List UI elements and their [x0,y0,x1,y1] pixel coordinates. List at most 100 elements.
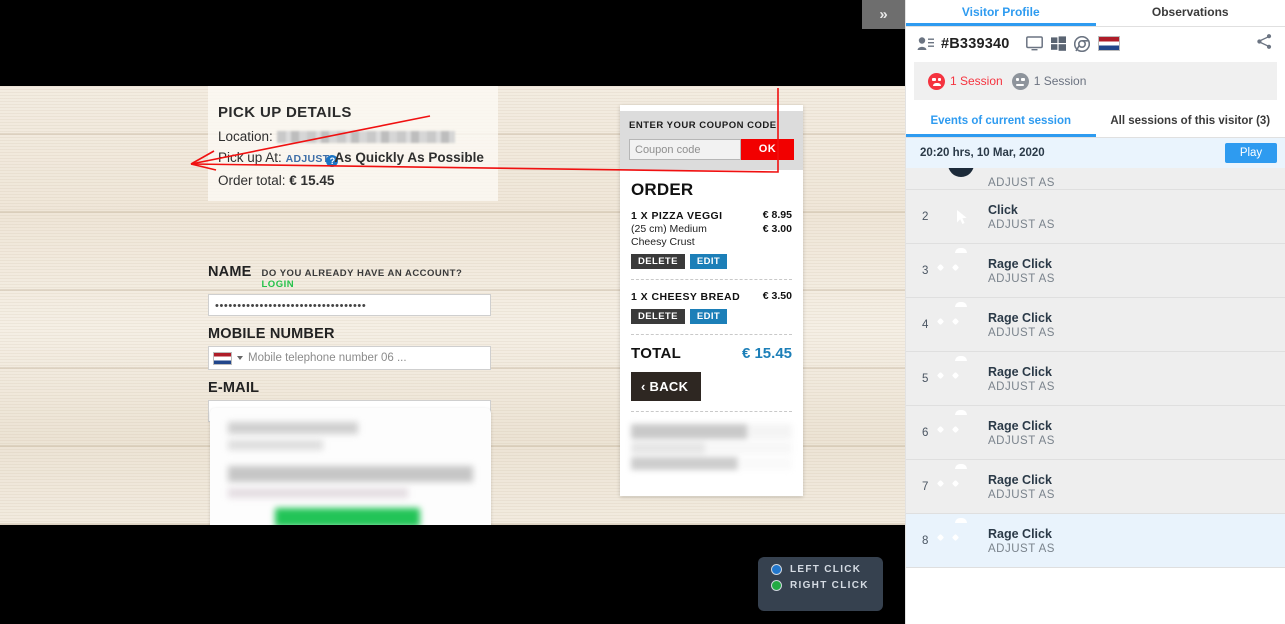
rage-click-icon [936,463,974,500]
tab-events-current-session[interactable]: Events of current session [906,106,1096,137]
edit-item-button[interactable]: EDIT [689,309,728,324]
event-number: 3 [922,264,929,277]
order-item-name: 1 X CHEESY BREAD [631,291,741,303]
left-click-dot-icon [771,564,782,575]
name-input[interactable]: •••••••••••••••••••••••••••••••••• [208,294,491,316]
visitor-meta-icons [1025,35,1120,52]
right-click-dot-icon [771,580,782,591]
event-text: Rage Click ADJUST AS [988,473,1055,501]
divider [631,411,792,412]
play-button[interactable]: Play [1225,143,1277,163]
event-list-item[interactable]: 4 Rage Click ADJUST AS [906,298,1285,352]
order-total-value: € 15.45 [289,173,335,188]
replay-viewport: PICK UP DETAILS Location: Pick up At: AD… [0,0,905,624]
divider [631,279,792,280]
event-list-item[interactable]: 8 Rage Click ADJUST AS [906,514,1285,568]
order-item-price: € 3.50 [762,290,792,302]
event-list-item[interactable]: 5 Rage Click ADJUST AS [906,352,1285,406]
back-button[interactable]: ‹ BACK [631,372,702,401]
redacted-payment-card [210,408,491,525]
event-number: 6 [922,426,929,439]
chrome-icon [1073,35,1090,52]
coupon-input[interactable]: Coupon code [629,139,741,160]
coupon-row: Coupon code OK [629,139,794,160]
rage-click-icon [936,247,974,284]
frustrated-sessions[interactable]: 1 Session [928,72,1003,90]
event-list-item[interactable]: 7 Rage Click ADJUST AS [906,460,1285,514]
rage-click-icon [936,355,974,392]
flag-nl-icon [1097,36,1120,51]
event-subtitle: ADJUST AS [988,177,1055,189]
legend-right-click-row: RIGHT CLICK [771,580,883,591]
panel-sub-tabs: Events of current session All sessions o… [906,106,1285,138]
mobile-label: MOBILE NUMBER [208,326,335,342]
order-item: 1 X CHEESY BREAD € 3.50 DELETE EDIT [631,290,792,324]
event-text: Rage Click ADJUST AS [988,257,1055,285]
order-item-name: 1 X PIZZA VEGGI [631,210,723,222]
tab-visitor-profile[interactable]: Visitor Profile [906,0,1096,26]
redacted-submit-button[interactable] [275,508,420,525]
tab-all-sessions[interactable]: All sessions of this visitor (3) [1096,106,1285,137]
order-item-name-row: 1 X PIZZA VEGGI € 8.95 [631,209,792,223]
windows-icon [1050,36,1066,51]
session-timestamp: 20:20 hrs, 10 Mar, 2020 [920,147,1045,159]
event-title: Rage Click [988,526,1052,541]
event-subtitle: ADJUST AS [988,380,1055,393]
total-value: € 15.45 [741,345,792,362]
share-button[interactable] [1256,33,1273,55]
angry-face-icon [928,72,945,90]
pickup-time-value: As Quickly As Possible [334,150,484,165]
event-title: Rage Click [988,364,1052,379]
delete-item-button[interactable]: DELETE [631,309,685,324]
event-list-item[interactable]: 6 Rage Click ADJUST AS [906,406,1285,460]
checkout-form: NAME DO YOU ALREADY HAVE AN ACCOUNT? LOG… [208,264,493,432]
mobile-input[interactable]: Mobile telephone number 06 ... [208,346,491,370]
order-item-actions: DELETE EDIT [631,254,792,269]
back-button-wrap: ‹ BACK [631,372,792,401]
event-subtitle: ADJUST AS [988,434,1055,447]
pickup-details-title: PICK UP DETAILS [218,104,352,121]
neutral-sessions[interactable]: 1 Session [1011,72,1086,90]
event-text: Rage Click ADJUST AS [988,527,1055,555]
coupon-section: ENTER YOUR COUPON CODE Coupon code OK [620,111,803,170]
frustrated-sessions-label: 1 Session [950,74,1003,88]
redacted-line [228,440,323,450]
neutral-face-icon [1011,72,1029,90]
event-title: Click [988,202,1018,217]
click-legend: LEFT CLICK RIGHT CLICK [758,557,883,611]
legend-left-click-row: LEFT CLICK [771,564,883,575]
adjust-link[interactable]: ADJUST [286,153,330,165]
account-question-text: DO YOU ALREADY HAVE AN ACCOUNT? [261,268,463,279]
rage-click-icon [936,301,974,338]
login-link[interactable]: LOGIN [262,279,295,290]
coupon-title: ENTER YOUR COUPON CODE [629,120,777,131]
event-subtitle: ADJUST AS [988,488,1055,501]
replayed-page: PICK UP DETAILS Location: Pick up At: AD… [0,86,905,525]
delete-item-button[interactable]: DELETE [631,254,685,269]
event-list-item[interactable]: 3 Rage Click ADJUST AS [906,244,1285,298]
chevron-down-icon[interactable] [237,356,243,360]
receipt-bottom-edge [620,490,803,496]
event-list-item[interactable]: 2 Click ADJUST AS [906,190,1285,244]
pickup-location-line: Location: [218,126,488,147]
share-icon [1257,33,1272,49]
pickup-details-card: PICK UP DETAILS Location: Pick up At: AD… [208,86,498,201]
event-number: 7 [922,480,929,493]
flag-nl-icon [213,351,232,365]
tab-observations[interactable]: Observations [1096,0,1285,26]
event-list[interactable]: ADJUST AS 2 Click ADJUST AS 3 Rage Click… [906,168,1285,568]
name-label: NAME [208,264,252,280]
edit-item-button[interactable]: EDIT [689,254,728,269]
event-title: Rage Click [988,310,1052,325]
visitor-card-icon [917,37,934,50]
location-redacted-value [276,131,455,143]
rage-click-icon [936,409,974,446]
order-total-label: Order total: [218,173,286,188]
divider [631,334,792,335]
coupon-ok-button[interactable]: OK [741,139,794,160]
event-number: 2 [922,210,929,223]
collapse-panel-button[interactable]: » [862,0,905,29]
order-total-row: TOTAL € 15.45 [631,345,792,362]
event-list-item[interactable]: ADJUST AS [906,168,1285,190]
event-title: Rage Click [988,256,1052,271]
